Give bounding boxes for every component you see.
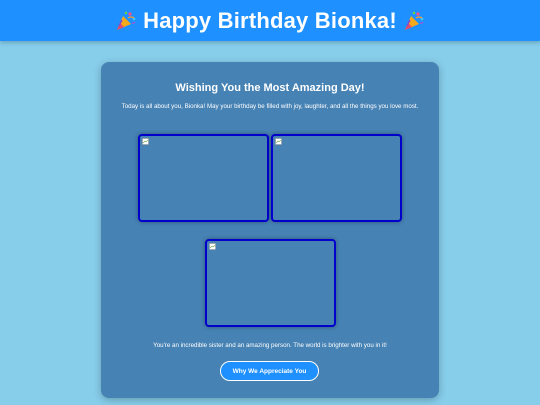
party-popper-icon <box>404 11 424 30</box>
broken-image-icon <box>209 243 216 250</box>
broken-image-icon <box>275 138 282 145</box>
card-footer-text: You're an incredible sister and an amazi… <box>153 342 387 349</box>
page-title: Happy Birthday Bionka! <box>143 8 397 33</box>
birthday-card: Wishing You the Most Amazing Day! Today … <box>101 62 439 398</box>
broken-image-icon <box>142 138 149 145</box>
photo-frame-2 <box>271 134 402 222</box>
card-intro-text: Today is all about you, Bionka! May your… <box>121 103 419 110</box>
why-we-appreciate-you-button[interactable]: Why We Appreciate You <box>220 361 319 381</box>
card-title: Wishing You the Most Amazing Day! <box>175 82 365 94</box>
photo-frame-3 <box>205 239 336 327</box>
page-header: Happy Birthday Bionka! <box>0 0 540 41</box>
party-popper-icon <box>117 11 136 30</box>
photo-frame-1 <box>138 134 269 222</box>
